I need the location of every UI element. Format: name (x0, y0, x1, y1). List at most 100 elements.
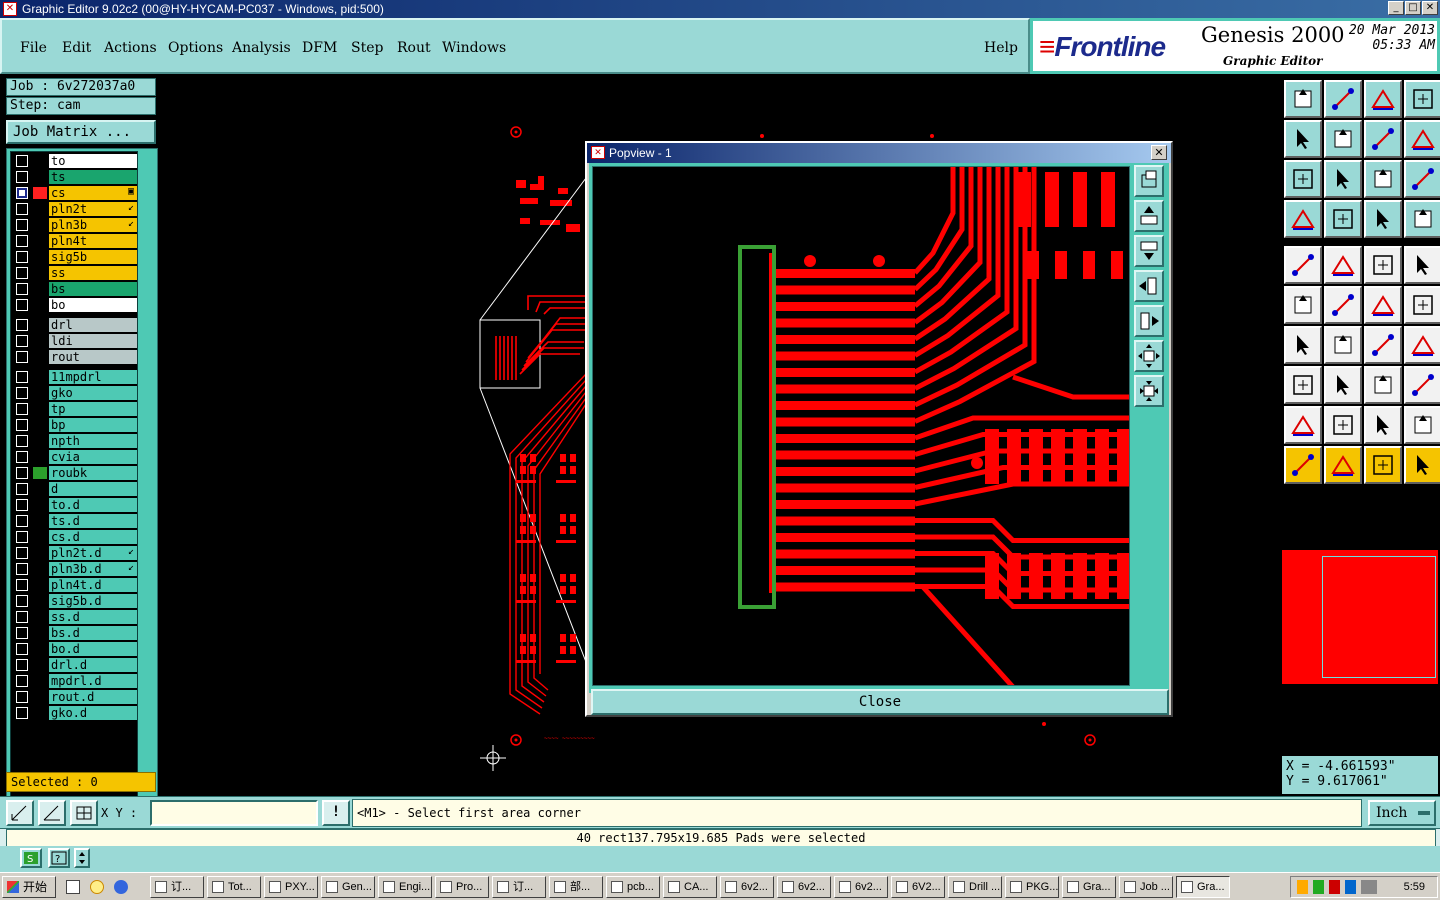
start-button[interactable]: 开始 (2, 876, 56, 898)
layer-checkbox[interactable] (16, 499, 28, 511)
help-icon[interactable]: ? (48, 848, 70, 868)
layer-display-swatch[interactable] (33, 267, 47, 279)
snap-button[interactable] (1284, 366, 1322, 404)
layer-checkbox[interactable] (16, 563, 28, 575)
overview-viewport[interactable] (1322, 556, 1436, 678)
layer-display-swatch[interactable] (33, 299, 47, 311)
layer-display-swatch[interactable] (33, 499, 47, 511)
layer-checkbox[interactable] (16, 371, 28, 383)
taskbar-item[interactable]: CA... (663, 876, 717, 898)
taskbar-item[interactable]: 订... (150, 876, 204, 898)
home-button[interactable] (1364, 80, 1402, 118)
frame-button[interactable] (1404, 326, 1440, 364)
layer-row[interactable]: ts (11, 170, 137, 184)
clock-app-icon[interactable] (90, 880, 104, 894)
taskbar-item[interactable]: pcb... (606, 876, 660, 898)
menu-dfm[interactable]: DFM (302, 40, 337, 56)
layer-row[interactable]: bp (11, 418, 137, 432)
menu-step[interactable]: Step (351, 40, 383, 56)
browser-icon[interactable] (114, 880, 128, 894)
layer-display-swatch[interactable] (33, 203, 47, 215)
layer-checkbox[interactable] (16, 707, 28, 719)
minimize-button[interactable]: _ (1388, 1, 1404, 15)
layer-display-swatch[interactable] (33, 691, 47, 703)
triangle-button[interactable] (1284, 406, 1322, 444)
layer-row[interactable]: ss.d (11, 610, 137, 624)
layer-checkbox[interactable] (16, 203, 28, 215)
menu-help[interactable]: Help (984, 40, 1018, 56)
xy-input[interactable] (150, 800, 318, 826)
layer-row[interactable]: drl (11, 318, 137, 332)
popview-close-button[interactable]: Close (591, 689, 1169, 715)
layer-row[interactable]: rout.d (11, 690, 137, 704)
layer-checkbox[interactable] (16, 299, 28, 311)
layer-row[interactable]: gko.d (11, 706, 137, 720)
point-button[interactable] (1404, 246, 1440, 284)
layer-display-swatch[interactable] (33, 403, 47, 415)
layer-checkbox[interactable] (16, 335, 28, 347)
popview-close-x-button[interactable]: ✕ (1151, 145, 1167, 160)
layer-display-swatch[interactable] (33, 659, 47, 671)
layer-display-swatch[interactable] (33, 707, 47, 719)
layer-display-swatch[interactable] (33, 435, 47, 447)
layer-checkbox[interactable] (16, 531, 28, 543)
taskbar-item[interactable]: 6V2... (891, 876, 945, 898)
layer-row[interactable]: pln2t.d ↙ (11, 546, 137, 560)
layer-row[interactable]: gko (11, 386, 137, 400)
layer-checkbox[interactable] (16, 611, 28, 623)
menu-actions[interactable]: Actions (104, 40, 157, 56)
layer-display-swatch[interactable] (33, 219, 47, 231)
layer-display-swatch[interactable] (33, 643, 47, 655)
updown-icon[interactable] (74, 848, 90, 868)
layer-checkbox[interactable] (16, 219, 28, 231)
maximize-button[interactable]: □ (1405, 1, 1421, 15)
layer-checkbox[interactable] (16, 659, 28, 671)
layer-row[interactable]: pln4t (11, 234, 137, 248)
snap-mode-button[interactable] (6, 800, 34, 826)
layer-display-swatch[interactable] (33, 675, 47, 687)
taskbar-item[interactable]: PKG... (1005, 876, 1059, 898)
grid-mode-button[interactable] (70, 800, 98, 826)
menu-options[interactable]: Options (168, 40, 223, 56)
layer-row[interactable]: sig5b (11, 250, 137, 264)
layer-row[interactable]: sig5b.d (11, 594, 137, 608)
import-button[interactable] (1284, 120, 1322, 158)
layer-display-swatch[interactable] (33, 611, 47, 623)
layer-checkbox[interactable] (16, 627, 28, 639)
layer-row[interactable]: cs.d (11, 530, 137, 544)
surface-button[interactable] (1404, 406, 1440, 444)
layer-row[interactable]: pln3b ↙ (11, 218, 137, 232)
layer-checkbox[interactable] (16, 319, 28, 331)
popview-pan-down-button[interactable] (1134, 235, 1164, 267)
flip-button[interactable] (1364, 120, 1402, 158)
layer-checkbox[interactable] (16, 675, 28, 687)
layer-display-swatch[interactable] (33, 371, 47, 383)
layer-row[interactable]: pln3b.d ↙ (11, 562, 137, 576)
popview-pan-left-button[interactable] (1134, 270, 1164, 302)
layer-checkbox[interactable] (16, 547, 28, 559)
layer-checkbox[interactable] (16, 467, 28, 479)
popview-canvas[interactable] (592, 166, 1130, 686)
script-icon[interactable]: S (20, 848, 42, 868)
layer-checkbox[interactable] (16, 155, 28, 167)
feature-button[interactable] (1324, 246, 1362, 284)
layers-toggle-button[interactable] (1364, 200, 1402, 238)
layer-checkbox[interactable] (16, 187, 28, 199)
layer-checkbox[interactable] (16, 643, 28, 655)
layer-row[interactable]: pln4t.d (11, 578, 137, 592)
layer-checkbox[interactable] (16, 387, 28, 399)
layer-checkbox[interactable] (16, 267, 28, 279)
layer-checkbox[interactable] (16, 595, 28, 607)
help-query-button[interactable] (1404, 160, 1440, 198)
arc-button[interactable] (1324, 326, 1362, 364)
taskbar-item[interactable]: 部... (549, 876, 603, 898)
layer-display-swatch[interactable] (33, 351, 47, 363)
area-button[interactable] (1364, 406, 1402, 444)
layer-display-swatch[interactable] (33, 187, 47, 199)
layer-row[interactable]: bo (11, 298, 137, 312)
execute-button[interactable]: ! (322, 800, 350, 826)
units-select[interactable]: Inch (1368, 800, 1436, 826)
layer-row[interactable]: drl.d (11, 658, 137, 672)
job-matrix-button[interactable]: Job Matrix ... (6, 120, 156, 144)
layer-checkbox[interactable] (16, 435, 28, 447)
